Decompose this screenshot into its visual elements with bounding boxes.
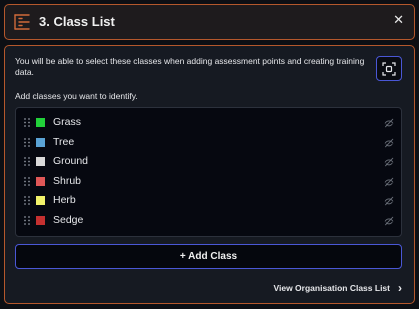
class-color-swatch[interactable]	[36, 118, 45, 127]
drag-handle-icon[interactable]	[24, 118, 30, 127]
class-color-swatch[interactable]	[36, 157, 45, 167]
class-color-swatch[interactable]	[36, 176, 45, 186]
eye-off-icon[interactable]	[384, 138, 394, 148]
class-label: Ground	[53, 155, 89, 168]
view-organisation-class-list-link[interactable]: View Organisation Class List ›	[273, 281, 402, 295]
class-color-swatch[interactable]	[36, 215, 45, 225]
page-title: 3. Class List	[39, 14, 115, 29]
eye-off-icon[interactable]	[384, 157, 394, 167]
class-label: Grass	[53, 116, 82, 128]
class-row[interactable]: Sedge	[16, 211, 401, 231]
drag-handle-icon[interactable]	[24, 196, 30, 206]
drag-handle-icon[interactable]	[24, 157, 30, 167]
eye-off-icon[interactable]	[384, 118, 394, 128]
drag-handle-icon[interactable]	[24, 137, 30, 147]
class-label: Tree	[53, 135, 75, 148]
drag-handle-icon[interactable]	[24, 176, 30, 186]
list-icon	[14, 14, 30, 30]
eye-off-icon[interactable]	[384, 216, 394, 226]
scan-target-icon	[382, 61, 396, 76]
panel-description: You will be able to select these classes…	[15, 56, 365, 77]
class-list-panel: You will be able to select these classes…	[4, 45, 415, 304]
class-list: Grass Tree Ground Shrub Herb Sedge	[15, 107, 402, 237]
class-color-swatch[interactable]	[36, 196, 45, 206]
eye-off-icon[interactable]	[384, 177, 394, 187]
class-label: Herb	[53, 194, 76, 207]
class-label: Sedge	[53, 213, 84, 226]
class-label: Shrub	[53, 174, 82, 187]
add-class-button[interactable]: + Add Class	[15, 244, 402, 269]
class-row[interactable]: Tree	[16, 133, 401, 153]
chevron-right-icon: ›	[398, 281, 402, 295]
class-list-header: 3. Class List ✕	[4, 4, 415, 40]
drag-handle-icon[interactable]	[24, 216, 30, 225]
class-row[interactable]: Ground	[16, 152, 401, 172]
close-icon[interactable]: ✕	[393, 12, 404, 28]
class-color-swatch[interactable]	[36, 137, 45, 147]
eye-off-icon[interactable]	[384, 196, 394, 206]
scan-classes-button[interactable]	[376, 56, 402, 81]
class-row[interactable]: Shrub	[16, 172, 401, 192]
view-link-label: View Organisation Class List	[273, 283, 390, 293]
list-subheading: Add classes you want to identify.	[15, 91, 138, 101]
class-row[interactable]: Grass	[16, 113, 401, 133]
class-row[interactable]: Herb	[16, 191, 401, 211]
